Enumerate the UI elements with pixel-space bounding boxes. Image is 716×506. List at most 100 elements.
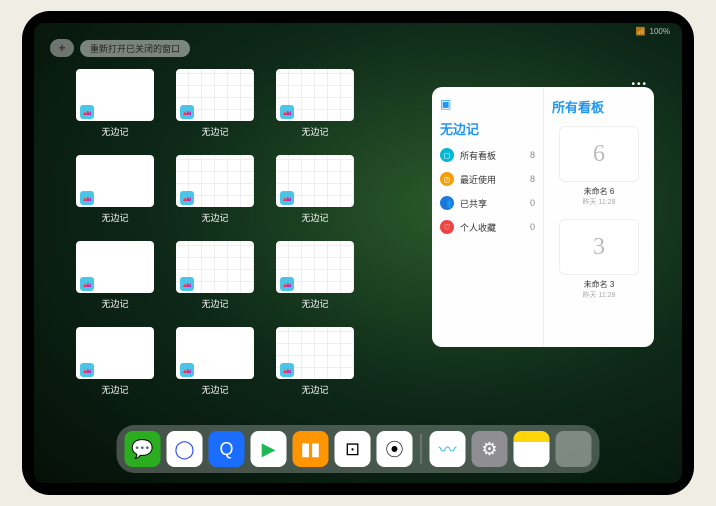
app-expose-grid: 无边记无边记无边记无边记无边记无边记无边记无边记无边记无边记无边记无边记 bbox=[76, 69, 454, 401]
board-name: 未命名 6 bbox=[584, 186, 615, 197]
panel-row[interactable]: ◷ 最近使用 8 bbox=[440, 172, 535, 186]
board-thumb: 6 bbox=[559, 126, 639, 182]
freeform-icon bbox=[280, 277, 294, 291]
thumb-preview bbox=[276, 241, 354, 293]
thumb-label: 无边记 bbox=[201, 125, 228, 138]
freeform-icon bbox=[80, 363, 94, 377]
board-date: 昨天 11:28 bbox=[583, 197, 616, 207]
thumb-label: 无边记 bbox=[201, 297, 228, 310]
window-thumb[interactable]: 无边记 bbox=[276, 327, 354, 401]
reopen-closed-pill[interactable]: 重新打开已关闭的窗口 bbox=[80, 40, 190, 57]
dock-app-settings[interactable]: ⚙ bbox=[472, 431, 508, 467]
window-thumb[interactable]: 无边记 bbox=[276, 155, 354, 229]
status-bar: 📶 100% bbox=[636, 27, 670, 36]
row-count: 8 bbox=[530, 150, 535, 160]
thumb-preview bbox=[276, 69, 354, 121]
row-label: 所有看板 bbox=[460, 149, 496, 162]
panel-row[interactable]: 👥 已共享 0 bbox=[440, 196, 535, 210]
row-count: 8 bbox=[530, 174, 535, 184]
dock-app-freeform[interactable]: 〰 bbox=[430, 431, 466, 467]
screen: 📶 100% + 重新打开已关闭的窗口 无边记无边记无边记无边记无边记无边记无边… bbox=[34, 23, 682, 483]
row-count: 0 bbox=[530, 198, 535, 208]
freeform-icon bbox=[80, 277, 94, 291]
thumb-label: 无边记 bbox=[101, 125, 128, 138]
row-label: 个人收藏 bbox=[460, 221, 496, 234]
row-label: 最近使用 bbox=[460, 173, 496, 186]
thumb-label: 无边记 bbox=[101, 297, 128, 310]
thumb-label: 无边记 bbox=[301, 125, 328, 138]
thumb-preview bbox=[176, 241, 254, 293]
thumb-label: 无边记 bbox=[301, 297, 328, 310]
thumb-label: 无边记 bbox=[201, 211, 228, 224]
dock-app-notes[interactable] bbox=[514, 431, 550, 467]
panel-right-title: 所有看板 bbox=[552, 97, 646, 116]
window-thumb[interactable]: 无边记 bbox=[76, 155, 154, 229]
wifi-icon: 📶 bbox=[636, 27, 646, 36]
board-name: 未命名 3 bbox=[584, 279, 615, 290]
dock-separator bbox=[421, 434, 422, 464]
panel-right: 所有看板 6未命名 6昨天 11:283未命名 3昨天 11:28 bbox=[544, 87, 654, 347]
row-icon: ◷ bbox=[440, 172, 454, 186]
board-date: 昨天 11:28 bbox=[583, 290, 616, 300]
board-card[interactable]: 3 未命名 3昨天 11:28 bbox=[556, 219, 642, 300]
top-controls: + 重新打开已关闭的窗口 bbox=[50, 39, 190, 57]
sidebar-panel[interactable]: ▣ 无边记 ◻ 所有看板 8 ◷ 最近使用 8 👥 已共享 0 ♡ 个人收藏 0 所有看板 6 未命名 … bbox=[432, 87, 654, 347]
freeform-icon bbox=[280, 105, 294, 119]
row-icon: ♡ bbox=[440, 220, 454, 234]
dock-app-browser2[interactable]: Q bbox=[209, 431, 245, 467]
thumb-preview bbox=[76, 327, 154, 379]
freeform-icon bbox=[180, 277, 194, 291]
window-thumb[interactable]: 无边记 bbox=[76, 327, 154, 401]
board-card[interactable]: 6 未命名 6昨天 11:28 bbox=[556, 126, 642, 207]
thumb-preview bbox=[76, 241, 154, 293]
thumb-preview bbox=[176, 155, 254, 207]
window-thumb[interactable]: 无边记 bbox=[176, 155, 254, 229]
freeform-icon bbox=[180, 105, 194, 119]
freeform-icon bbox=[80, 105, 94, 119]
row-label: 已共享 bbox=[460, 197, 487, 210]
freeform-icon bbox=[80, 191, 94, 205]
dock-app-browser1[interactable]: ◯ bbox=[167, 431, 203, 467]
row-icon: ◻ bbox=[440, 148, 454, 162]
dock-app-wechat[interactable]: 💬 bbox=[125, 431, 161, 467]
window-thumb[interactable]: 无边记 bbox=[276, 241, 354, 315]
thumb-label: 无边记 bbox=[201, 383, 228, 396]
dock: 💬◯Q▶▮▮⊡⦿ 〰⚙ bbox=[117, 425, 600, 473]
panel-row[interactable]: ◻ 所有看板 8 bbox=[440, 148, 535, 162]
ipad-frame: 📶 100% + 重新打开已关闭的窗口 无边记无边记无边记无边记无边记无边记无边… bbox=[22, 11, 694, 495]
panel-row[interactable]: ♡ 个人收藏 0 bbox=[440, 220, 535, 234]
thumb-preview bbox=[276, 327, 354, 379]
window-thumb[interactable]: 无边记 bbox=[76, 69, 154, 143]
battery-label: 100% bbox=[650, 27, 670, 36]
dock-app-books[interactable]: ▮▮ bbox=[293, 431, 329, 467]
dock-app-folder[interactable] bbox=[556, 431, 592, 467]
dock-app-app7[interactable]: ⦿ bbox=[377, 431, 413, 467]
freeform-icon bbox=[280, 191, 294, 205]
row-icon: 👥 bbox=[440, 196, 454, 210]
window-thumb[interactable]: 无边记 bbox=[176, 327, 254, 401]
window-thumb[interactable]: 无边记 bbox=[76, 241, 154, 315]
sidebar-toggle-icon[interactable]: ▣ bbox=[440, 97, 535, 111]
dock-app-play[interactable]: ▶ bbox=[251, 431, 287, 467]
thumb-preview bbox=[76, 69, 154, 121]
thumb-preview bbox=[176, 327, 254, 379]
thumb-label: 无边记 bbox=[301, 211, 328, 224]
panel-left-title: 无边记 bbox=[440, 119, 535, 138]
window-thumb[interactable]: 无边记 bbox=[176, 69, 254, 143]
thumb-label: 无边记 bbox=[301, 383, 328, 396]
freeform-icon bbox=[180, 191, 194, 205]
thumb-label: 无边记 bbox=[101, 211, 128, 224]
freeform-icon bbox=[280, 363, 294, 377]
window-thumb[interactable]: 无边记 bbox=[276, 69, 354, 143]
thumb-label: 无边记 bbox=[101, 383, 128, 396]
board-thumb: 3 bbox=[559, 219, 639, 275]
panel-left: ▣ 无边记 ◻ 所有看板 8 ◷ 最近使用 8 👥 已共享 0 ♡ 个人收藏 0 bbox=[432, 87, 544, 347]
new-window-button[interactable]: + bbox=[50, 39, 74, 57]
row-count: 0 bbox=[530, 222, 535, 232]
dock-app-app6[interactable]: ⊡ bbox=[335, 431, 371, 467]
freeform-icon bbox=[180, 363, 194, 377]
thumb-preview bbox=[176, 69, 254, 121]
thumb-preview bbox=[276, 155, 354, 207]
thumb-preview bbox=[76, 155, 154, 207]
window-thumb[interactable]: 无边记 bbox=[176, 241, 254, 315]
